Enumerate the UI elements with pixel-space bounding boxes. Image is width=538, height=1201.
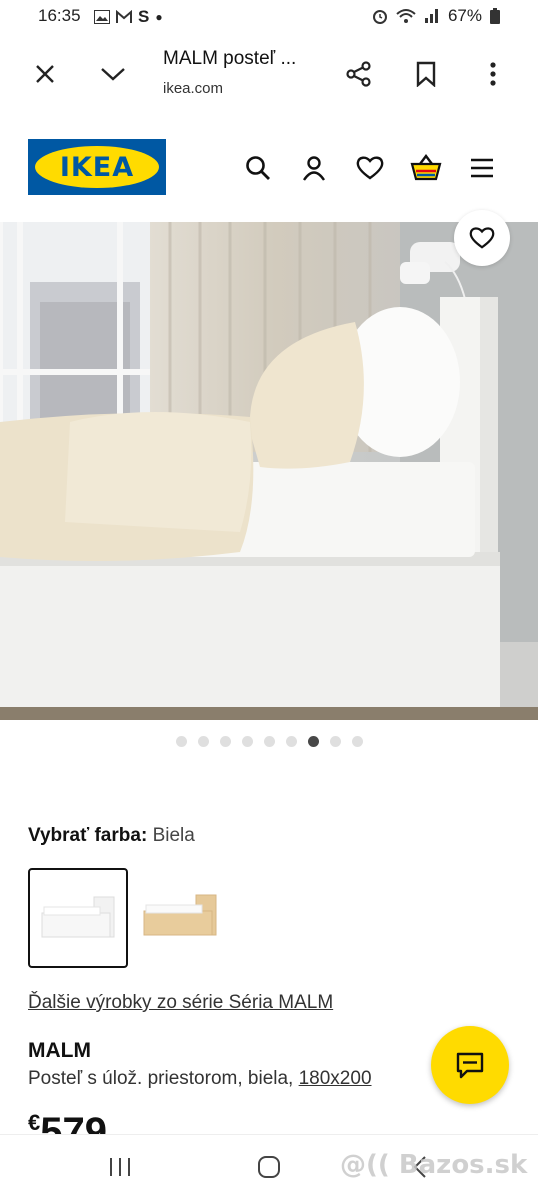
logo-text: IKEA (59, 151, 135, 183)
status-time: 16:35 (38, 6, 81, 25)
home-button[interactable] (239, 1149, 299, 1185)
product-image[interactable] (0, 222, 538, 720)
menu-button[interactable] (464, 150, 500, 186)
color-swatch-oak[interactable] (132, 868, 228, 964)
more-vertical-icon (490, 62, 496, 86)
oak-bed-thumbnail (143, 894, 217, 936)
system-navigation-bar (0, 1134, 538, 1201)
signal-icon (424, 9, 438, 23)
hamburger-menu-icon (471, 158, 493, 178)
price-value: 579 (40, 1112, 107, 1136)
series-link[interactable]: Ďalšie výrobky zo série Séria MALM (28, 992, 333, 1014)
chat-button[interactable] (431, 1026, 509, 1104)
chat-bubble-icon (456, 1052, 484, 1079)
gallery-dot[interactable] (285, 736, 297, 747)
gallery-dot[interactable] (241, 736, 253, 747)
battery-icon (490, 8, 500, 24)
system-icons: 67% (372, 6, 500, 26)
gallery-dot[interactable] (219, 736, 231, 747)
logo-oval: IKEA (35, 146, 159, 188)
gallery-dot[interactable] (307, 736, 319, 747)
color-swatch-white[interactable] (28, 868, 128, 968)
alarm-icon (372, 10, 387, 24)
add-to-favorites-button[interactable] (454, 210, 510, 266)
gmail-notification-icon (116, 10, 132, 23)
gallery-dot[interactable] (263, 736, 275, 747)
gallery-dot[interactable] (351, 736, 363, 747)
white-bed-thumbnail (41, 896, 115, 938)
recent-apps-button[interactable] (90, 1149, 150, 1185)
close-icon (36, 65, 54, 83)
description-text: Posteľ s úlož. priestorom, biela, (28, 1068, 294, 1089)
notification-icons: S ● (94, 7, 163, 27)
site-header: IKEA (0, 112, 538, 222)
close-tab-button[interactable] (25, 54, 65, 94)
price-currency: € (28, 1112, 41, 1135)
search-button[interactable] (240, 150, 276, 186)
size-link[interactable]: 180x200 (299, 1068, 372, 1089)
share-icon (346, 61, 371, 87)
color-label: Vybrať farba: (28, 825, 148, 846)
wishlist-button[interactable] (352, 150, 388, 186)
gallery-notification-icon (94, 10, 110, 24)
s-notification-icon: S (138, 7, 150, 26)
minimize-button[interactable] (93, 54, 133, 94)
product-price: €579 (28, 1112, 107, 1136)
bookmark-icon (416, 61, 436, 87)
gallery-pagination (0, 736, 538, 747)
cart-button[interactable] (408, 150, 444, 186)
home-icon (258, 1156, 280, 1178)
heart-icon (356, 156, 384, 180)
shopping-bag-icon (410, 154, 442, 181)
battery-percent: 67% (447, 6, 482, 25)
recent-apps-icon (110, 1158, 130, 1176)
account-button[interactable] (296, 150, 332, 186)
bookmark-button[interactable] (406, 54, 446, 94)
share-button[interactable] (339, 54, 379, 94)
more-notifications-icon: ● (155, 10, 163, 24)
bed-photo (0, 222, 538, 720)
browser-menu-button[interactable] (473, 54, 513, 94)
ikea-logo[interactable]: IKEA (28, 139, 166, 195)
back-icon (413, 1156, 426, 1178)
heart-icon (469, 227, 495, 249)
page-title: MALM posteľ ... (163, 48, 297, 69)
wifi-icon (396, 9, 416, 23)
product-description: Posteľ s úlož. priestorom, biela, 180x20… (28, 1068, 448, 1090)
search-icon (246, 156, 270, 180)
user-icon (303, 156, 325, 181)
chevron-down-icon (101, 68, 125, 81)
color-value: Biela (152, 825, 195, 846)
gallery-dot[interactable] (329, 736, 341, 747)
gallery-dot[interactable] (197, 736, 209, 747)
color-selector-label: Vybrať farba: Biela (28, 825, 195, 847)
gallery-dot[interactable] (175, 736, 187, 747)
product-name: MALM (28, 1039, 91, 1062)
back-button[interactable] (390, 1149, 450, 1185)
status-bar: 16:35 S ● 67% (0, 0, 538, 34)
browser-toolbar: MALM posteľ ... ikea.com (0, 34, 538, 113)
page-url[interactable]: ikea.com (163, 80, 223, 97)
